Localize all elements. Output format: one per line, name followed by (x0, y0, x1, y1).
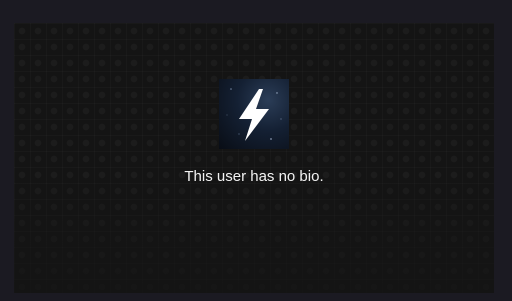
lightning-bolt-icon (219, 79, 289, 149)
bio-panel: This user has no bio. (14, 23, 494, 293)
lightning-bolt-graphic (226, 88, 282, 141)
no-bio-message: This user has no bio. (184, 168, 324, 185)
